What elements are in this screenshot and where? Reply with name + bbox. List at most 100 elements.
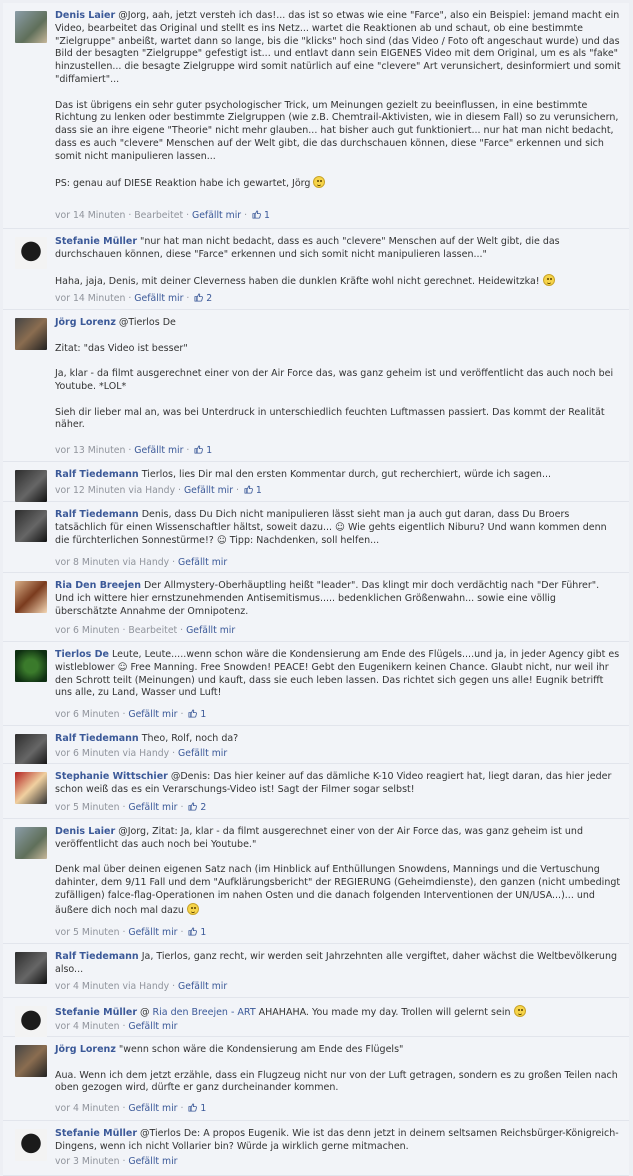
like-button[interactable]: Gefällt mir — [178, 557, 227, 568]
avatar[interactable] — [15, 510, 47, 542]
comment-timestamp[interactable]: vor 4 Minuten — [55, 1103, 119, 1114]
comment-body: Stefanie Müller "nur hat man nicht bedac… — [55, 236, 621, 289]
comment-author-link[interactable]: Stefanie Müller — [55, 236, 137, 247]
comment-timestamp[interactable]: vor 14 Minuten — [55, 210, 125, 221]
comment-timestamp[interactable]: vor 13 Minuten — [55, 445, 125, 456]
like-button[interactable]: Gefällt mir — [128, 802, 177, 813]
like-button[interactable]: Gefällt mir — [184, 485, 233, 496]
comment-timestamp[interactable]: vor 6 Minuten via Handy — [55, 748, 169, 759]
like-button[interactable]: Gefällt mir — [134, 293, 183, 304]
avatar[interactable] — [15, 650, 47, 682]
like-count[interactable]: 1 — [186, 709, 206, 720]
comment-author-link[interactable]: Ralf Tiedemann — [55, 469, 139, 480]
thumbs-up-icon — [188, 709, 198, 718]
like-count-number: 1 — [203, 445, 213, 456]
comment-item: Stephanie Wittschier @Denis: Das hier ke… — [3, 764, 629, 819]
comment-body: Ralf Tiedemann Theo, Rolf, noch da? — [55, 733, 621, 746]
comment-author-link[interactable]: Ralf Tiedemann — [55, 951, 139, 962]
comment-text: @Tierlos De Zitat: "das Video ist besser… — [55, 317, 614, 431]
like-button[interactable]: Gefällt mir — [128, 927, 177, 938]
comment-author-link[interactable]: Stefanie Müller — [55, 1007, 137, 1018]
comment-meta: vor 14 Minuten · Gefällt mir · 2 — [55, 293, 213, 304]
thumbs-up-icon — [244, 485, 253, 494]
comment-meta: vor 4 Minuten · Gefällt mir — [55, 1021, 178, 1032]
like-count[interactable]: 1 — [192, 445, 212, 456]
like-button[interactable]: Gefällt mir — [134, 445, 183, 456]
comment-body: Tierlos De Leute, Leute.....wenn schon w… — [55, 649, 621, 700]
comment-author-link[interactable]: Jörg Lorenz — [55, 1044, 116, 1055]
like-button[interactable]: Gefällt mir — [128, 709, 177, 720]
comment-timestamp[interactable]: vor 4 Minuten via Handy — [55, 981, 169, 992]
thumbs-up-icon — [188, 1103, 198, 1112]
comment-author-link[interactable]: Denis Laier — [55, 826, 115, 837]
comment-item: Denis Laier @Jorg, aah, jetzt versteh ic… — [3, 3, 629, 229]
like-button[interactable]: Gefällt mir — [178, 981, 227, 992]
comment-author-link[interactable]: Ralf Tiedemann — [55, 509, 139, 520]
comment-body: Ralf Tiedemann Tierlos, lies Dir mal den… — [55, 469, 621, 482]
comment-text: @Jorg, aah, jetzt versteh ich das!... da… — [55, 10, 621, 190]
comment-timestamp[interactable]: vor 3 Minuten — [55, 1156, 119, 1167]
comment-timestamp[interactable]: vor 8 Minuten via Handy — [55, 557, 169, 568]
comment-timestamp[interactable]: vor 6 Minuten — [55, 709, 119, 720]
comment-timestamp[interactable]: vor 14 Minuten — [55, 293, 125, 304]
comment-author-link[interactable]: Stefanie Müller — [55, 1128, 137, 1139]
like-count[interactable]: 1 — [250, 210, 270, 221]
avatar[interactable] — [15, 827, 47, 859]
like-button[interactable]: Gefällt mir — [178, 748, 227, 759]
avatar[interactable] — [15, 1129, 47, 1161]
avatar[interactable] — [15, 734, 47, 766]
avatar[interactable] — [15, 470, 47, 502]
avatar[interactable] — [15, 318, 47, 350]
comment-item: Ralf Tiedemann Theo, Rolf, noch da? vor 6… — [3, 726, 629, 766]
comment-timestamp[interactable]: vor 4 Minuten — [55, 1021, 119, 1032]
like-count[interactable]: 1 — [186, 927, 206, 938]
like-button[interactable]: Gefällt mir — [128, 1021, 177, 1032]
thumbs-up-icon — [252, 210, 261, 219]
comment-meta: vor 6 Minuten · Gefällt mir · 1 — [55, 709, 207, 720]
like-button[interactable]: Gefällt mir — [128, 1103, 177, 1114]
like-count[interactable]: 2 — [192, 293, 212, 304]
comment-body: Ralf Tiedemann Denis, dass Du Dich nicht… — [55, 509, 621, 547]
comment-timestamp[interactable]: vor 5 Minuten — [55, 927, 119, 938]
avatar[interactable] — [15, 1045, 47, 1077]
like-count[interactable]: 1 — [186, 1103, 206, 1114]
comment-meta: vor 3 Minuten · Gefällt mir — [55, 1156, 178, 1167]
comment-timestamp[interactable]: vor 5 Minuten — [55, 802, 119, 813]
comment-author-link[interactable]: Denis Laier — [55, 10, 115, 21]
comment-text: Leute, Leute.....wenn schon wäre die Kon… — [55, 649, 623, 699]
edited-label[interactable]: Bearbeitet — [134, 210, 183, 221]
comment-meta: vor 14 Minuten · Bearbeitet · Gefällt mi… — [55, 210, 270, 221]
avatar[interactable] — [15, 952, 47, 984]
comment-item: Ralf Tiedemann Ja, Tierlos, ganz recht, … — [3, 944, 629, 998]
comment-timestamp[interactable]: vor 12 Minuten via Handy — [55, 485, 175, 496]
avatar[interactable] — [15, 581, 47, 613]
comment-text: "wenn schon wäre die Kondensierung am En… — [55, 1044, 618, 1094]
comment-author-link[interactable]: Tierlos De — [55, 649, 109, 660]
like-count[interactable]: 2 — [186, 802, 206, 813]
comment-item: Ralf Tiedemann Tierlos, lies Dir mal den… — [3, 462, 629, 502]
mention-link[interactable]: Ria den Breejen - ART — [153, 1007, 256, 1018]
like-button[interactable]: Gefällt mir — [186, 625, 235, 636]
like-button[interactable]: Gefällt mir — [128, 1156, 177, 1167]
smiley-icon — [186, 902, 199, 915]
comment-item: Jörg Lorenz @Tierlos De Zitat: "das Vide… — [3, 310, 629, 462]
like-button[interactable]: Gefällt mir — [192, 210, 241, 221]
thumbs-up-icon — [188, 802, 198, 811]
comment-author-link[interactable]: Ralf Tiedemann — [55, 733, 139, 744]
comment-text-continued: AHAHAHA. You made my day. Trollen will g… — [255, 1007, 514, 1018]
comment-body: Stefanie Müller @ Ria den Breejen - ART … — [55, 1005, 621, 1020]
smiley-icon — [513, 1005, 526, 1017]
comment-meta: vor 13 Minuten · Gefällt mir · 1 — [55, 445, 213, 456]
like-count[interactable]: 1 — [242, 485, 262, 496]
comment-author-link[interactable]: Stephanie Wittschier — [55, 771, 168, 782]
avatar[interactable] — [15, 1006, 47, 1038]
comment-item: Ralf Tiedemann Denis, dass Du Dich nicht… — [3, 502, 629, 573]
avatar[interactable] — [15, 11, 47, 43]
comment-timestamp[interactable]: vor 6 Minuten — [55, 625, 119, 636]
avatar[interactable] — [15, 772, 47, 804]
comment-author-link[interactable]: Ria Den Breejen — [55, 580, 141, 591]
avatar[interactable] — [15, 237, 47, 269]
comment-author-link[interactable]: Jörg Lorenz — [55, 317, 116, 328]
comment-body: Jörg Lorenz @Tierlos De Zitat: "das Vide… — [55, 317, 621, 432]
edited-label[interactable]: Bearbeitet — [128, 625, 177, 636]
